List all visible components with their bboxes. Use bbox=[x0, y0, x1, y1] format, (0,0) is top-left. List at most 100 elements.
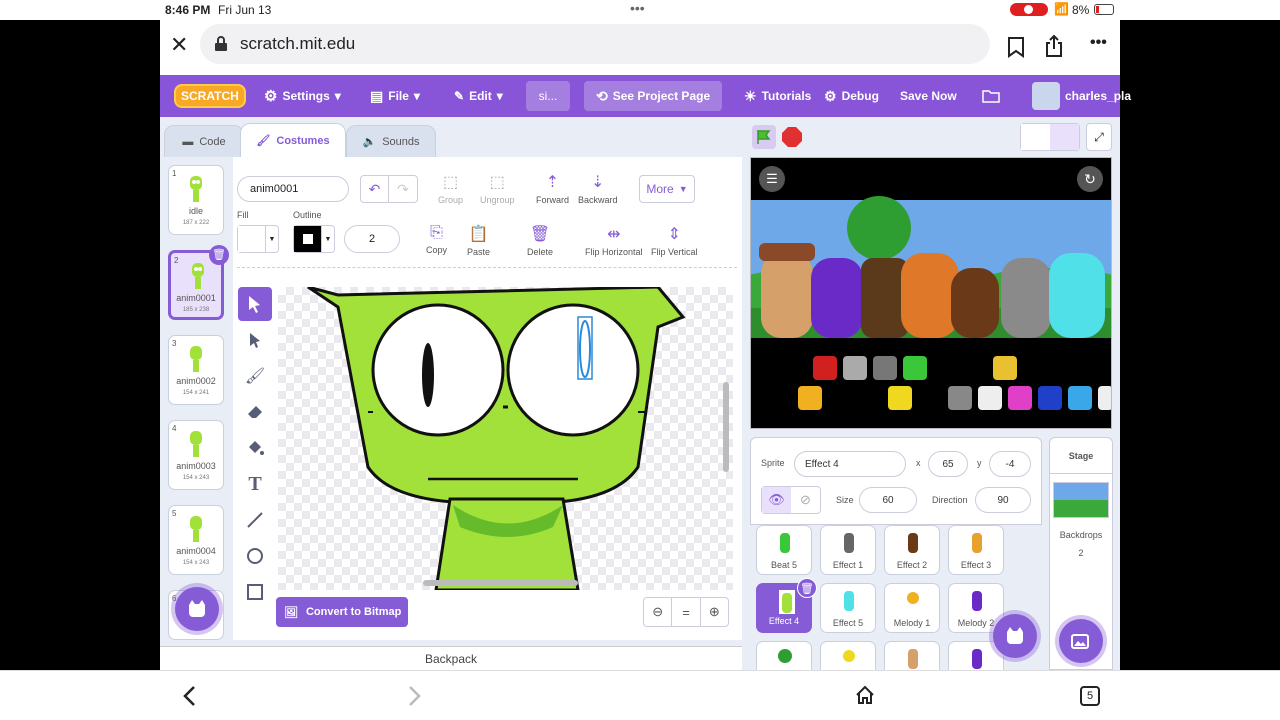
forward-button[interactable]: ⇡ Forward bbox=[536, 172, 569, 205]
redo-icon[interactable]: ↷ bbox=[389, 176, 417, 202]
large-stage-icon[interactable] bbox=[1050, 124, 1079, 150]
backdrop-thumbnail bbox=[1053, 482, 1109, 518]
backpack-bar[interactable]: Backpack bbox=[160, 646, 742, 670]
paste-icon: 📋 bbox=[468, 226, 489, 243]
file-menu[interactable]: ▤ File ▾ bbox=[370, 75, 420, 117]
tab-sounds[interactable]: 🔈 Sounds bbox=[346, 125, 436, 157]
costume-name-input[interactable]: anim0001 bbox=[237, 176, 349, 202]
eraser-tool[interactable] bbox=[238, 395, 272, 429]
fullscreen-icon[interactable]: ⤢ bbox=[1086, 123, 1112, 151]
edit-menu[interactable]: ✎ Edit ▾ bbox=[454, 75, 503, 117]
delete-sprite-icon[interactable]: 🗑 bbox=[797, 578, 817, 598]
line-tool[interactable] bbox=[238, 503, 272, 537]
flip-vertical-button[interactable]: ⇕ Flip Vertical bbox=[651, 224, 698, 257]
save-now-button[interactable]: Save Now bbox=[900, 75, 957, 117]
zoom-reset-button[interactable]: = bbox=[672, 598, 701, 626]
costume-list: 1 idle 187 x 222 2 anim0001 185 x 238 🗑 … bbox=[160, 157, 233, 640]
settings-menu[interactable]: ⚙ Settings ▾ bbox=[264, 75, 341, 117]
convert-to-bitmap-button[interactable]: 🖼 Convert to Bitmap bbox=[276, 597, 408, 627]
sprite-item[interactable]: Beat 5 bbox=[756, 525, 812, 575]
sprite-thumbnail bbox=[907, 592, 919, 604]
copy-button[interactable]: ⎘ Copy bbox=[426, 224, 447, 255]
outline-width-input[interactable]: 2 bbox=[344, 225, 400, 253]
fill-tool[interactable] bbox=[238, 431, 272, 465]
home-icon[interactable] bbox=[855, 685, 875, 705]
speaker-icon: 🔈 bbox=[362, 136, 377, 148]
brush-tool[interactable]: 🖌 bbox=[238, 359, 272, 393]
share-icon[interactable] bbox=[1044, 34, 1064, 58]
sprite-item[interactable]: Effect 1 bbox=[820, 525, 876, 575]
text-tool[interactable]: T bbox=[238, 467, 272, 501]
ungroup-button[interactable]: ⬚ Ungroup bbox=[480, 172, 515, 205]
sprite-item[interactable] bbox=[820, 641, 876, 670]
see-project-page-button[interactable]: ⟲ See Project Page bbox=[584, 81, 723, 111]
scratch-logo[interactable]: SCRATCH bbox=[174, 75, 246, 117]
sprite-item[interactable]: Effect 3 bbox=[948, 525, 1004, 575]
delete-costume-icon[interactable]: 🗑 bbox=[209, 245, 229, 265]
sprite-item[interactable] bbox=[884, 641, 940, 670]
more-button[interactable]: More ▼ bbox=[639, 175, 695, 203]
more-options-icon[interactable]: ••• bbox=[1090, 34, 1107, 52]
show-eye-icon[interactable]: 👁 bbox=[762, 487, 791, 513]
status-date: Fri Jun 13 bbox=[218, 3, 272, 17]
restart-icon[interactable]: ↻ bbox=[1077, 166, 1103, 192]
choose-backdrop-button[interactable] bbox=[1059, 619, 1103, 663]
choose-costume-button[interactable] bbox=[175, 587, 219, 631]
reshape-tool[interactable] bbox=[238, 323, 272, 357]
rectangle-tool[interactable] bbox=[238, 575, 272, 609]
share-arrows-icon: ⟲ bbox=[596, 87, 608, 104]
paste-button[interactable]: 📋 Paste bbox=[467, 224, 490, 257]
circle-tool[interactable] bbox=[238, 539, 272, 573]
costume-item[interactable]: 3 anim0002 154 x 241 bbox=[168, 335, 224, 405]
sprite-item[interactable]: Effect 2 bbox=[884, 525, 940, 575]
multitask-dots-icon[interactable]: ••• bbox=[630, 0, 645, 16]
canvas-horizontal-scrollbar[interactable] bbox=[423, 580, 578, 586]
hide-eye-icon[interactable]: ⊘ bbox=[791, 487, 820, 513]
zoom-in-icon[interactable]: ⊕ bbox=[701, 598, 728, 626]
costume-item-selected[interactable]: 2 anim0001 185 x 238 🗑 bbox=[168, 245, 229, 320]
undo-icon[interactable]: ↶ bbox=[361, 176, 390, 202]
account-menu[interactable]: charles_pla bbox=[1032, 75, 1131, 117]
sprite-item[interactable]: Melody 1 bbox=[884, 583, 940, 633]
stop-sign-icon[interactable] bbox=[782, 127, 802, 147]
tab-code[interactable]: ▬ Code bbox=[164, 125, 244, 157]
sprite-item[interactable]: Effect 5 bbox=[820, 583, 876, 633]
costume-item[interactable]: 1 idle 187 x 222 bbox=[168, 165, 224, 235]
sprite-item[interactable] bbox=[756, 641, 812, 670]
small-stage-icon[interactable] bbox=[1021, 124, 1050, 150]
costume-item[interactable]: 4 anim0003 154 x 243 bbox=[168, 420, 224, 490]
backward-button[interactable]: ⇣ Backward bbox=[578, 172, 618, 205]
bookmark-icon[interactable] bbox=[1007, 36, 1025, 58]
stage[interactable]: ☰ ↻ bbox=[750, 157, 1112, 429]
select-tool[interactable] bbox=[238, 287, 272, 321]
forward-icon[interactable] bbox=[408, 685, 422, 707]
sprite-thumbnail bbox=[779, 590, 795, 614]
canvas-vertical-scrollbar[interactable] bbox=[723, 382, 729, 472]
green-flag-button[interactable] bbox=[752, 125, 776, 149]
my-stuff-folder-icon[interactable] bbox=[982, 75, 1000, 117]
hamburger-menu-icon[interactable]: ☰ bbox=[759, 166, 785, 192]
sprite-name-input[interactable]: Effect 4 bbox=[794, 451, 906, 477]
size-input[interactable]: 60 bbox=[859, 487, 917, 513]
y-position-input[interactable]: -4 bbox=[989, 451, 1031, 477]
paint-canvas[interactable] bbox=[278, 287, 733, 590]
back-icon[interactable] bbox=[182, 685, 196, 707]
close-icon[interactable]: ✕ bbox=[170, 32, 188, 58]
tutorials-button[interactable]: ☀ Tutorials bbox=[744, 75, 811, 117]
sprite-item-selected[interactable]: Effect 4 🗑 bbox=[756, 578, 817, 633]
outline-color-picker[interactable]: ▼ bbox=[293, 225, 335, 253]
flip-horizontal-button[interactable]: ⇹ Flip Horizontal bbox=[585, 224, 643, 257]
tab-costumes[interactable]: 🖌 Costumes bbox=[240, 123, 346, 157]
address-field[interactable]: scratch.mit.edu bbox=[200, 24, 990, 64]
x-position-input[interactable]: 65 bbox=[928, 451, 968, 477]
fill-color-picker[interactable]: ▼ bbox=[237, 225, 279, 253]
delete-button[interactable]: 🗑 Delete bbox=[527, 224, 553, 257]
choose-sprite-button[interactable] bbox=[993, 614, 1037, 658]
direction-input[interactable]: 90 bbox=[975, 487, 1031, 513]
zoom-out-icon[interactable]: ⊖ bbox=[644, 598, 673, 626]
debug-button[interactable]: ⚙ Debug bbox=[824, 75, 879, 117]
group-button[interactable]: ⬚ Group bbox=[438, 172, 463, 205]
tabs-button[interactable]: 5 bbox=[1080, 686, 1100, 706]
costume-item[interactable]: 5 anim0004 154 x 243 bbox=[168, 505, 224, 575]
project-title-input[interactable]: si... bbox=[526, 81, 570, 111]
